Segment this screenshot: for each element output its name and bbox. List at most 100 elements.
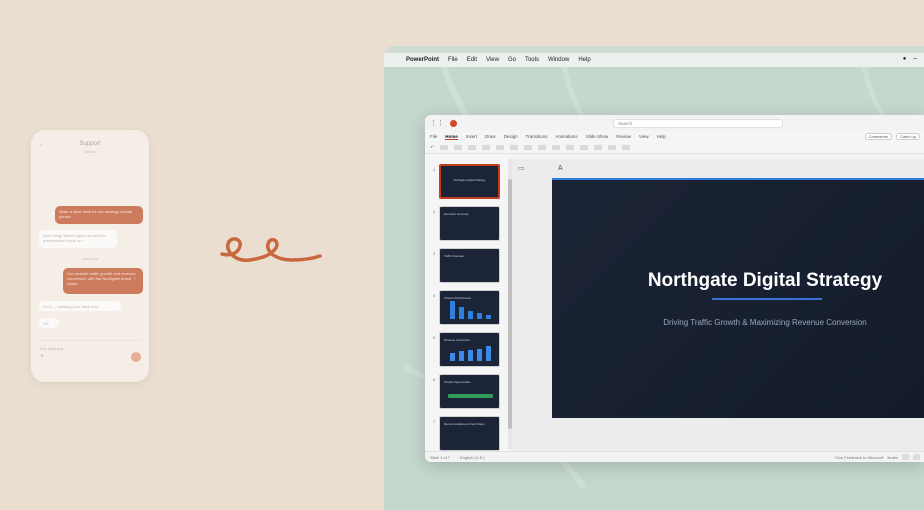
ribbon-tabs: File Home Insert Draw Design Transitions… [425,131,924,142]
thumbnail-bar [486,346,491,361]
bold-icon[interactable] [496,145,505,150]
normal-view-icon[interactable] [902,454,909,460]
thumbnail-highlight-bar [448,394,493,398]
tab-draw[interactable]: Draw [485,134,496,139]
thumbnail-title: Revenue Conversion [444,338,471,342]
feedback-link[interactable]: Give Feedback to Microsoft [835,455,884,460]
mac-menu-bar: PowerPoint File Edit View Go Tools Windo… [384,53,924,67]
font-color-icon[interactable] [538,145,547,150]
italic-icon[interactable] [510,145,519,150]
thumbnail-number: 2 [433,209,436,214]
numbering-icon[interactable] [566,145,575,150]
underline-icon[interactable] [524,145,533,150]
designer-icon[interactable]: A [558,165,563,172]
tab-file[interactable]: File [430,134,437,139]
thumbnail-number: 5 [433,335,436,340]
slide-thumbnail[interactable]: Northgate Digital Strategy [439,164,500,199]
search-input[interactable]: Search [613,119,783,128]
slide-thumbnail[interactable]: Growth Opportunities [439,374,500,409]
thumbnail-bar [468,350,473,361]
message-bubble-in: On it — building your deck now [39,301,121,311]
thumbnail-number: 7 [433,419,436,424]
thumbnail-bar [468,311,473,319]
thumbnail-number: 3 [433,251,436,256]
thumbnail-title: Recommendations & Next Steps [444,422,485,426]
status-bar: Slide 1 of 7 English (U.S.) Give Feedbac… [425,451,924,462]
collapse-pane-icon[interactable]: ▭ [518,164,525,172]
thumbnail-bar [459,351,464,361]
menu-go[interactable]: Go [508,57,516,63]
tab-help[interactable]: Help [657,134,666,139]
tab-slide-show[interactable]: Slide Show [586,134,609,139]
plus-icon[interactable]: + [40,353,44,360]
thumbnail-number: 6 [433,377,436,382]
control-center-icon[interactable]: ● [903,56,907,64]
thumbnail-bar [459,307,464,319]
designer-icon[interactable] [622,145,631,150]
thumbnail-title: Traffic Overview [444,254,465,258]
arrange-icon[interactable] [608,145,617,150]
slide-thumbnail[interactable]: Recommendations & Next Steps [439,416,500,451]
align-icon[interactable] [580,145,589,150]
menu-edit[interactable]: Edit [467,57,477,63]
menu-help[interactable]: Help [578,57,590,63]
paste-icon[interactable] [440,145,449,150]
ribbon-toolbar: ↶ [425,142,924,154]
undo-icon[interactable]: ↶ [430,145,434,151]
thumbnail-number: 1 [433,167,436,172]
thumbnail-title: Growth Opportunities [444,380,471,384]
slide-thumbnail[interactable]: Executive Summary [439,206,500,241]
slide-thumbnail[interactable]: Revenue Conversion [439,332,500,367]
tab-transitions[interactable]: Transitions [526,134,548,139]
message-bubble-in: OK [39,318,59,328]
chat-subtitle: Online [84,149,96,154]
tab-animations[interactable]: Animations [555,134,577,139]
chat-input[interactable]: Ask anything... [38,340,142,354]
language-status[interactable]: English (U.S.) [460,455,485,460]
thumbnail-number: 4 [433,293,436,298]
message-bubble-in: Sure thing! Which topics should the pres… [39,230,117,248]
tab-design[interactable]: Design [504,134,518,139]
tab-home[interactable]: Home [445,134,458,140]
layout-icon[interactable] [468,145,477,150]
message-bubble-out: Our website traffic growth and revenue c… [63,268,143,294]
thumbnail-bar [477,349,482,361]
slide-title[interactable]: Northgate Digital Strategy [552,270,924,292]
app-launcher-icon[interactable]: ⋮⋮ [430,119,444,127]
timestamp-divider: Just now [82,256,98,261]
catch-up-button[interactable]: Catch up [895,133,920,140]
slide-thumbnail[interactable]: Channel Performance [439,290,500,325]
squiggle-decoration [220,237,322,262]
slide-subtitle[interactable]: Driving Traffic Growth & Maximizing Reve… [552,318,924,327]
thumbnail-title: Channel Performance [444,296,472,300]
font-icon[interactable] [482,145,491,150]
menu-tools[interactable]: Tools [525,57,539,63]
menu-app-name[interactable]: PowerPoint [406,57,439,63]
phone-mockup: ‹ Support Online Make a slide deck for o… [31,130,149,382]
message-bubble-out: Make a slide deck for our strategy updat… [55,206,143,224]
slide-thumbnails: 1 Northgate Digital Strategy 2 Executive… [425,159,508,451]
title-underline [712,298,822,300]
menu-file[interactable]: File [448,57,458,63]
bullets-icon[interactable] [552,145,561,150]
menu-view[interactable]: View [486,57,499,63]
tab-view[interactable]: View [639,134,649,139]
tab-review[interactable]: Review [616,134,631,139]
thumbnail-bar [486,315,491,319]
powerpoint-icon [450,119,457,127]
send-button[interactable] [131,352,141,362]
thumbnail-bar [477,313,482,319]
sorter-view-icon[interactable] [913,454,920,460]
menu-window[interactable]: Window [548,57,569,63]
new-slide-icon[interactable] [454,145,463,150]
thumbnail-bar [450,301,455,319]
wifi-icon[interactable]: ⌔ [912,56,918,64]
current-slide[interactable]: Northgate Digital Strategy Driving Traff… [552,178,924,418]
chat-title: Support [79,141,101,147]
comments-button[interactable]: Comments [864,133,892,140]
tab-insert[interactable]: Insert [466,134,477,139]
powerpoint-window: ⋮⋮ Search File Home Insert Draw Design T… [425,115,924,462]
notes-button[interactable]: Notes [888,455,898,460]
shapes-icon[interactable] [594,145,603,150]
slide-thumbnail[interactable]: Traffic Overview [439,248,500,283]
